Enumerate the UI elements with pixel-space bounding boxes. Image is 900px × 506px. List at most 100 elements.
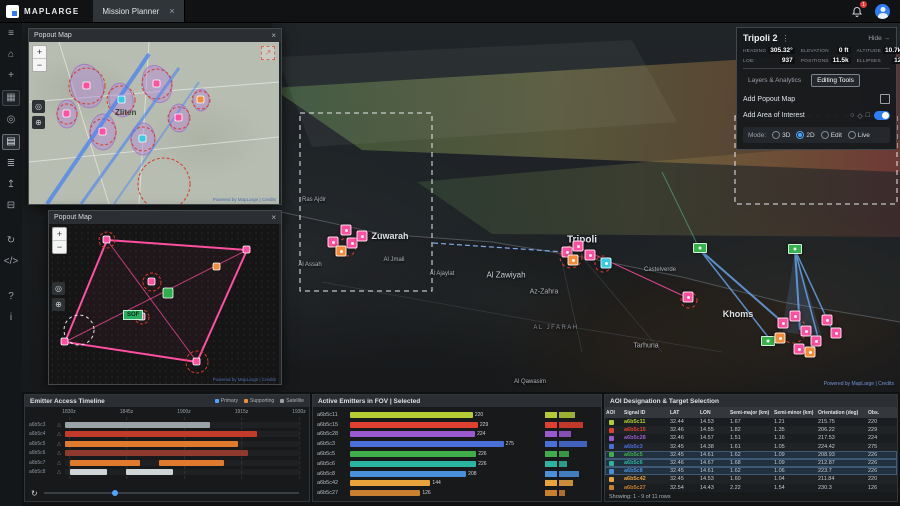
column-header[interactable]: Orientation (deg) bbox=[817, 407, 867, 418]
emitter-marker[interactable] bbox=[336, 246, 347, 257]
emitter-marker[interactable] bbox=[341, 225, 352, 236]
zoom-in-button[interactable]: + bbox=[53, 228, 66, 241]
timeline-track[interactable] bbox=[65, 441, 299, 447]
timeline-track[interactable] bbox=[65, 460, 299, 466]
circle-tool-icon[interactable]: ○ bbox=[850, 112, 854, 120]
popout-1-titlebar[interactable]: Popout Map × bbox=[29, 29, 281, 42]
timeline-track[interactable] bbox=[65, 469, 299, 475]
emitter-marker[interactable] bbox=[761, 336, 775, 346]
tab-layers-analytics[interactable]: Layers & Analytics bbox=[743, 75, 806, 86]
emitter-row[interactable]: a6b5c6226 bbox=[317, 459, 597, 469]
add-popout-checkbox[interactable] bbox=[880, 94, 890, 104]
globe-icon[interactable]: ⊕ bbox=[52, 298, 65, 311]
menu-icon[interactable]: ≡ bbox=[3, 27, 19, 41]
tab-close-icon[interactable]: × bbox=[169, 6, 174, 16]
grid-icon[interactable]: ▦ bbox=[2, 90, 20, 106]
emitter-row[interactable]: a6b5c27126 bbox=[317, 488, 597, 498]
emitter-marker[interactable] bbox=[831, 328, 842, 339]
polygon-tool-icon[interactable]: ◇ bbox=[857, 112, 862, 120]
popout-1-map[interactable]: + − ◎ ⊕ ↗ Zliten Powered by MapLarge | C… bbox=[29, 42, 279, 204]
map-attribution[interactable]: Powered by MapLarge | Credits bbox=[824, 381, 894, 387]
table-icon[interactable]: ▤ bbox=[2, 134, 20, 150]
popout-2-attribution[interactable]: Powered by MapLarge | Credits bbox=[213, 377, 276, 382]
emitter-row[interactable]: a6b5c42144 bbox=[317, 479, 597, 489]
tab-mission-planner[interactable]: Mission Planner × bbox=[93, 0, 184, 22]
emitter-row[interactable]: a6b5c15229 bbox=[317, 420, 597, 430]
timeline-track[interactable] bbox=[65, 431, 299, 437]
map-canvas[interactable]: Ras AjdirZuwarahAl AssahAl JmailAl Ajayl… bbox=[22, 22, 900, 392]
locate-icon[interactable]: ◎ bbox=[32, 100, 45, 113]
column-header[interactable]: Semi-major (km) bbox=[729, 407, 773, 418]
emitter-row[interactable]: a6b5c8208 bbox=[317, 469, 597, 479]
home-icon[interactable]: ⌂ bbox=[3, 48, 19, 62]
rectangle-tool-icon[interactable]: □ bbox=[866, 112, 870, 120]
emitter-marker[interactable] bbox=[794, 344, 805, 355]
database-icon[interactable]: ⊟ bbox=[3, 199, 19, 213]
emitter-row[interactable]: a6b5c28224 bbox=[317, 430, 597, 440]
aoi-toggle[interactable] bbox=[874, 111, 890, 120]
popout-1-close-icon[interactable]: × bbox=[271, 31, 276, 40]
timeline-slider-thumb[interactable] bbox=[112, 490, 118, 496]
legend-item[interactable]: Satellite bbox=[280, 398, 304, 404]
emitter-marker[interactable] bbox=[801, 326, 812, 337]
emitter-marker[interactable] bbox=[585, 250, 596, 261]
table-row[interactable]: a6b5c1132.4414.531.671.21215.75220 bbox=[605, 418, 897, 426]
emitter-marker[interactable] bbox=[822, 315, 833, 326]
timeline-slider[interactable] bbox=[44, 492, 299, 494]
popout-1-attribution[interactable]: Powered by MapLarge | Credits bbox=[213, 197, 276, 202]
emitter-row[interactable]: a6b5c5226 bbox=[317, 449, 597, 459]
emitter-marker[interactable] bbox=[805, 347, 816, 358]
legend-item[interactable]: Supporting bbox=[244, 398, 274, 404]
emitter-marker[interactable] bbox=[775, 333, 786, 344]
kebab-menu-icon[interactable]: ⋮ bbox=[782, 34, 790, 43]
timeline-track[interactable] bbox=[65, 450, 299, 456]
legend-item[interactable]: Primary bbox=[215, 398, 238, 404]
emitter-marker[interactable] bbox=[778, 318, 789, 329]
emitter-row[interactable]: a6b5c11220 bbox=[317, 410, 597, 420]
popout-map-2[interactable]: Popout Map × bbox=[48, 210, 282, 385]
table-row[interactable]: a6b5c832.4514.611.621.06223.7226 bbox=[605, 467, 897, 475]
notifications-bell-icon[interactable]: 1 bbox=[851, 5, 863, 17]
zoom-out-button[interactable]: − bbox=[53, 241, 66, 253]
popout-2-map[interactable]: SOF + − ◎ ⊕ Powered by MapLarge | Credit… bbox=[49, 224, 279, 384]
locate-icon[interactable]: ◎ bbox=[52, 282, 65, 295]
zoom-out-button[interactable]: − bbox=[33, 59, 46, 71]
expand-icon[interactable]: ↗ bbox=[261, 46, 275, 60]
emitter-marker[interactable] bbox=[683, 292, 694, 303]
sof-unit-badge[interactable]: SOF bbox=[123, 310, 143, 320]
emitter-marker[interactable] bbox=[788, 244, 802, 254]
replay-icon[interactable]: ↻ bbox=[31, 489, 38, 498]
table-row[interactable]: a6b5c2832.4614.571.511.16217.53224 bbox=[605, 434, 897, 442]
emitter-marker[interactable] bbox=[811, 336, 822, 347]
column-header[interactable]: AOI bbox=[605, 407, 623, 418]
code-icon[interactable]: </> bbox=[3, 255, 19, 269]
sync-icon[interactable]: ↻ bbox=[3, 234, 19, 248]
emitter-marker[interactable] bbox=[790, 311, 801, 322]
column-header[interactable]: Signal ID bbox=[623, 407, 669, 418]
column-header[interactable]: LAT bbox=[669, 407, 699, 418]
mode-option-3d[interactable]: 3D bbox=[772, 131, 790, 139]
emitter-row[interactable]: a6b5c3275 bbox=[317, 439, 597, 449]
upload-icon[interactable]: ↥ bbox=[3, 178, 19, 192]
user-avatar[interactable] bbox=[875, 4, 890, 19]
table-row[interactable]: a6b5c332.4514.381.611.05224.42275 bbox=[605, 443, 897, 451]
table-row[interactable]: a6b5c532.4514.611.621.09208.93226 bbox=[605, 451, 897, 459]
popout-2-titlebar[interactable]: Popout Map × bbox=[49, 211, 281, 224]
popout-2-close-icon[interactable]: × bbox=[271, 213, 276, 222]
emitter-marker[interactable] bbox=[601, 258, 612, 269]
emitter-marker[interactable] bbox=[573, 241, 584, 252]
add-icon[interactable]: + bbox=[3, 69, 19, 83]
table-row[interactable]: a6b5c1532.4614.551.821.35206.22229 bbox=[605, 426, 897, 434]
tab-editing-tools[interactable]: Editing Tools bbox=[811, 74, 860, 87]
mode-option-live[interactable]: Live bbox=[848, 131, 870, 139]
emitter-marker[interactable] bbox=[568, 255, 579, 266]
table-row[interactable]: a6b5c2732.5414.432.221.54230.3126 bbox=[605, 484, 897, 492]
mode-option-2d[interactable]: 2D bbox=[796, 131, 814, 139]
emitter-marker[interactable] bbox=[357, 231, 368, 242]
column-header[interactable]: LON bbox=[699, 407, 729, 418]
table-row[interactable]: a6b5c4232.4514.531.601.04211.84220 bbox=[605, 475, 897, 483]
emitter-marker[interactable] bbox=[693, 243, 707, 253]
info-icon[interactable]: i bbox=[3, 311, 19, 325]
mode-option-edit[interactable]: Edit bbox=[821, 131, 842, 139]
help-icon[interactable]: ? bbox=[3, 290, 19, 304]
